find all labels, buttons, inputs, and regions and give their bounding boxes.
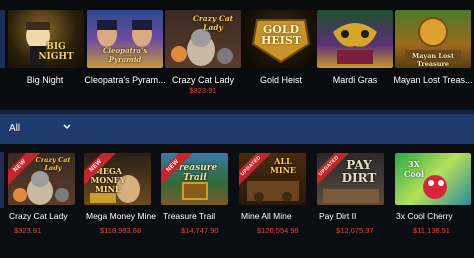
game-name[interactable]: Mine All Mine bbox=[241, 211, 292, 221]
game-name[interactable]: 3x Cool Cherry bbox=[396, 211, 453, 221]
game-name[interactable]: Treasure Trail bbox=[163, 211, 215, 221]
jackpot-amount: $11,136.51 bbox=[413, 226, 450, 235]
featured-game-tile[interactable]: Cleopatra's Pyramid bbox=[87, 10, 163, 68]
game-name[interactable]: Mayan Lost Treas... bbox=[388, 75, 474, 85]
featured-game-tile[interactable]: Mayan Lost Treasure bbox=[395, 10, 471, 68]
jackpot-amount: $14,747.90 bbox=[181, 226, 219, 235]
game-name[interactable]: Pay Dirt II bbox=[319, 211, 356, 221]
category-filter[interactable]: All bbox=[0, 114, 474, 144]
chevron-down-icon[interactable] bbox=[62, 122, 72, 132]
cleopatra-logo: Cleopatra's Pyramid bbox=[102, 46, 148, 64]
jackpot-amount: $323.91 bbox=[189, 86, 217, 95]
game-name[interactable]: Crazy Cat Lady bbox=[9, 211, 68, 221]
featured-game-tile[interactable]: GOLD HEIST bbox=[243, 10, 319, 68]
featured-game-tile[interactable] bbox=[317, 10, 393, 68]
pay-dirt-logo: PAY DIRT bbox=[341, 158, 377, 185]
grid-row-edge bbox=[0, 152, 4, 208]
game-tile[interactable]: 3X Cool bbox=[395, 153, 471, 205]
game-tile[interactable]: PAY DIRT UPDATED bbox=[317, 153, 384, 205]
jackpot-amount: $120,554.98 bbox=[257, 226, 299, 235]
game-name[interactable]: Cleopatra's Pyram... bbox=[80, 75, 170, 85]
mine-all-mine-logo: ALL MINE bbox=[269, 156, 296, 175]
game-tile[interactable]: MEGA MONEY MINE NEW bbox=[84, 153, 151, 205]
big-night-logo: BIG NIGHT bbox=[38, 42, 74, 62]
game-tile[interactable]: ALL MINE UPDATED bbox=[239, 153, 306, 205]
cool-cherry-logo: 3X Cool bbox=[403, 159, 425, 179]
crazy-cat-lady-logo: Crazy Cat Lady bbox=[35, 156, 71, 172]
game-name[interactable]: Mega Money Mine bbox=[86, 211, 156, 221]
featured-row-edge bbox=[0, 10, 5, 68]
jackpot-amount: $12,075.37 bbox=[336, 226, 374, 235]
game-tile[interactable]: Crazy Cat Lady NEW bbox=[8, 153, 75, 205]
mayan-logo: Mayan Lost Treasure bbox=[412, 52, 454, 68]
category-select-value[interactable]: All bbox=[9, 123, 20, 134]
jackpot-amount: $118,983.68 bbox=[100, 226, 142, 235]
game-name[interactable]: Big Night bbox=[0, 75, 90, 85]
gold-heist-logo: GOLD HEIST bbox=[260, 23, 302, 47]
featured-game-tile[interactable]: Crazy Cat Lady bbox=[165, 10, 241, 68]
game-name[interactable]: Mardi Gras bbox=[310, 75, 400, 85]
game-tile[interactable]: Treasure Trail NEW bbox=[161, 153, 228, 205]
crazy-cat-lady-logo: Crazy Cat Lady bbox=[192, 14, 234, 32]
game-name[interactable]: Crazy Cat Lady bbox=[158, 75, 248, 85]
jackpot-amount: $323.91 bbox=[14, 226, 42, 235]
mardi-gras-mask-artwork bbox=[333, 23, 377, 64]
featured-game-tile[interactable]: BIG NIGHT bbox=[8, 10, 84, 68]
